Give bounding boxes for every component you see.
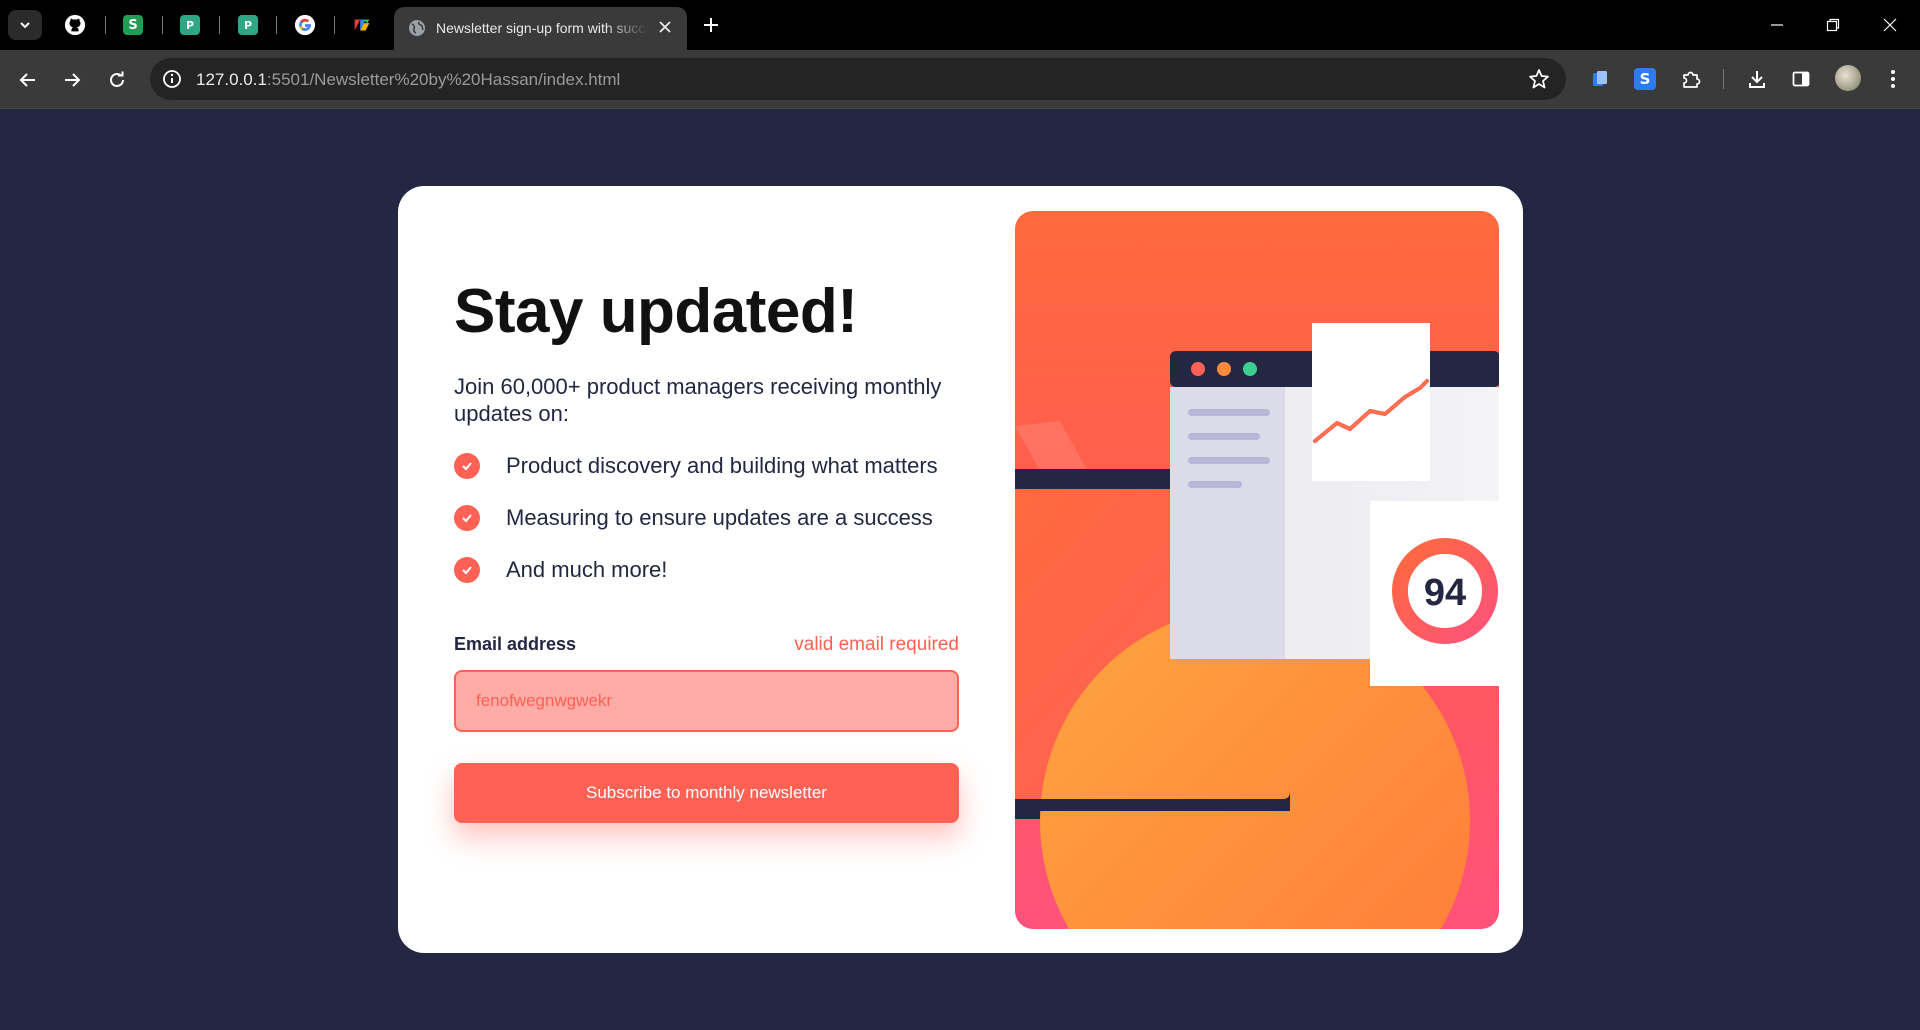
feature-text: And much more! <box>506 557 668 582</box>
feature-item: Product discovery and building what matt… <box>454 453 938 479</box>
feature-text: Product discovery and building what matt… <box>506 453 938 478</box>
url-host: 127.0.0.1 <box>196 70 267 89</box>
github-icon <box>64 14 86 36</box>
check-icon <box>454 557 480 583</box>
intro-text: Join 60,000+ product managers receiving … <box>454 374 942 426</box>
tab-title: Newsletter sign-up form with success mes… <box>436 20 648 36</box>
feature-item: Measuring to ensure updates are a succes… <box>454 505 933 531</box>
s-logo-icon: S <box>123 15 143 35</box>
email-error-message: valid email required <box>794 634 959 655</box>
restore-button[interactable] <box>1813 8 1853 42</box>
minimize-icon <box>1771 24 1783 26</box>
score-value: 94 <box>1424 572 1466 614</box>
document-icon <box>1593 71 1607 86</box>
p-logo-icon: P <box>180 15 200 35</box>
email-label: Email address <box>454 634 577 654</box>
address-bar[interactable]: 127.0.0.1:5501/Newsletter%20by%20Hassan/… <box>150 58 1566 100</box>
pinned-tab-colorful[interactable] <box>348 11 376 39</box>
side-panel-icon <box>1792 71 1810 87</box>
pinned-tab-s[interactable]: S <box>119 11 147 39</box>
check-icon <box>454 453 480 479</box>
new-tab-button[interactable] <box>696 10 726 40</box>
forward-button[interactable] <box>56 64 88 96</box>
restore-icon <box>1826 18 1840 32</box>
download-icon <box>1749 71 1765 88</box>
close-icon <box>659 21 671 33</box>
url-path: :5501/Newsletter%20by%20Hassan/index.htm… <box>266 70 621 89</box>
pinned-tab-p2[interactable]: P <box>234 11 262 39</box>
close-window-button[interactable] <box>1870 8 1910 42</box>
puzzle-icon <box>1683 71 1701 88</box>
pinned-tab-github[interactable] <box>61 11 89 39</box>
close-tab-button[interactable] <box>655 17 675 37</box>
subscribe-button[interactable]: Subscribe to monthly newsletter <box>454 763 959 823</box>
extension-s[interactable]: S <box>1630 64 1660 94</box>
hero-illustration: 94 <box>1015 211 1499 929</box>
minimize-button[interactable] <box>1757 8 1797 42</box>
app-logo-icon <box>354 19 370 31</box>
plus-icon <box>704 18 718 32</box>
s-logo-icon: S <box>1634 68 1656 90</box>
menu-button[interactable] <box>1878 64 1908 94</box>
profile-avatar[interactable] <box>1835 65 1861 91</box>
illustration-graphic: 94 <box>1015 323 1499 929</box>
email-field[interactable] <box>454 670 959 732</box>
arrow-right-icon <box>65 73 81 87</box>
more-vert-icon <box>1891 70 1895 88</box>
star-icon[interactable] <box>1528 68 1550 90</box>
globe-icon <box>409 20 425 36</box>
close-icon <box>1883 18 1897 32</box>
extensions-button[interactable] <box>1676 64 1706 94</box>
pinned-tab-google[interactable] <box>291 11 319 39</box>
p-logo-icon: P <box>238 15 258 35</box>
tab-strip: S P P Newsletter sign-up form with succe… <box>0 0 1920 50</box>
extension-docs[interactable] <box>1585 64 1615 94</box>
google-icon <box>294 14 316 36</box>
arrow-left-icon <box>19 73 35 87</box>
feature-item: And much more! <box>454 557 667 583</box>
tab-search-button[interactable] <box>8 10 42 40</box>
side-panel-button[interactable] <box>1786 64 1816 94</box>
active-tab[interactable]: Newsletter sign-up form with success mes… <box>394 7 687 50</box>
browser-toolbar: 127.0.0.1:5501/Newsletter%20by%20Hassan/… <box>0 50 1920 109</box>
url-text: 127.0.0.1:5501/Newsletter%20by%20Hassan/… <box>196 70 620 90</box>
back-button[interactable] <box>12 64 44 96</box>
chevron-down-icon <box>20 22 30 29</box>
reload-button[interactable] <box>101 64 133 96</box>
check-icon <box>454 505 480 531</box>
feature-text: Measuring to ensure updates are a succes… <box>506 505 933 530</box>
reload-icon <box>110 71 124 87</box>
page-title: Stay updated! <box>454 277 858 346</box>
downloads-button[interactable] <box>1742 64 1772 94</box>
info-icon <box>163 70 181 88</box>
newsletter-card: Stay updated! Join 60,000+ product manag… <box>398 186 1523 953</box>
pinned-tab-p1[interactable]: P <box>176 11 204 39</box>
